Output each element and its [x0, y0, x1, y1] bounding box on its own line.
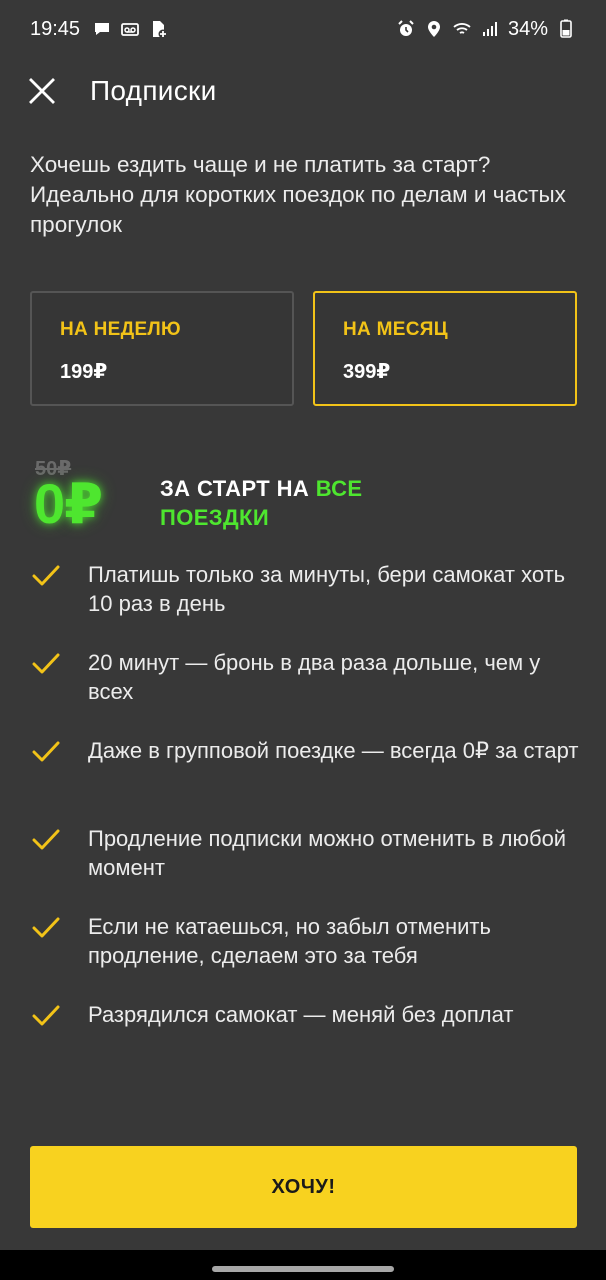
battery-percent: 34% [507, 17, 548, 40]
navigation-bar [0, 1250, 606, 1280]
check-icon [30, 648, 62, 680]
feature-text: 20 минут — бронь в два раза дольше, чем … [88, 650, 541, 704]
wifi-icon [452, 19, 472, 39]
list-item: Продление подписки можно отменить в любо… [30, 824, 590, 912]
plan-selector: НА НЕДЕЛЮ 199₽ НА МЕСЯЦ 399₽ [30, 291, 577, 406]
feature-text: Даже в групповой поездке — всегда 0₽ за … [88, 738, 579, 763]
close-button[interactable] [28, 77, 56, 105]
signal-icon [480, 19, 500, 39]
message-icon [92, 19, 112, 39]
plan-name: НА НЕДЕЛЮ [60, 319, 181, 340]
subscribe-button[interactable]: ХОЧУ! [30, 1146, 577, 1228]
intro-text: Хочешь ездить чаще и не платить за старт… [30, 152, 566, 237]
feature-text: Если не катаешься, но забыл отменить про… [88, 914, 491, 968]
status-bar-left: 19:45 [30, 18, 168, 41]
check-icon [30, 1000, 62, 1032]
app-header: Подписки [0, 60, 606, 122]
sim-add-icon [148, 19, 168, 39]
plan-card-month[interactable]: НА МЕСЯЦ 399₽ [313, 291, 577, 406]
promo-text: ЗА СТАРТ НА ВСЕ ПОЕЗДКИ [160, 474, 420, 532]
status-time: 19:45 [30, 17, 81, 40]
list-item: Разрядился самокат — меняй без доплат [30, 1000, 590, 1088]
plan-card-week[interactable]: НА НЕДЕЛЮ 199₽ [30, 291, 294, 406]
promo-banner: 50₽ 0₽ ЗА СТАРТ НА ВСЕ ПОЕЗДКИ [30, 452, 590, 542]
plan-name: НА МЕСЯЦ [343, 319, 448, 340]
voicemail-icon [120, 19, 140, 39]
page-title: Подписки [90, 75, 217, 106]
plan-price: 199₽ [60, 361, 108, 383]
battery-icon [556, 19, 576, 39]
plan-price: 399₽ [343, 361, 391, 383]
list-item: Если не катаешься, но забыл отменить про… [30, 912, 590, 1000]
feature-text: Продление подписки можно отменить в любо… [88, 826, 567, 880]
promo-text-white: ЗА СТАРТ НА [160, 476, 316, 501]
status-bar: 19:45 34% [0, 0, 606, 58]
start-price: 0₽ [34, 472, 103, 535]
feature-list: Платишь только за минуты, бери самокат х… [30, 560, 590, 1088]
check-icon [30, 824, 62, 856]
check-icon [30, 912, 62, 944]
list-item: Платишь только за минуты, бери самокат х… [30, 560, 590, 648]
location-icon [424, 19, 444, 39]
list-item: Даже в групповой поездке — всегда 0₽ за … [30, 736, 590, 824]
check-icon [30, 736, 62, 768]
home-gesture-handle[interactable] [212, 1266, 394, 1272]
status-bar-right: 34% [396, 18, 576, 41]
alarm-icon [396, 19, 416, 39]
close-icon [29, 78, 55, 104]
check-icon [30, 560, 62, 592]
feature-text: Платишь только за минуты, бери самокат х… [88, 562, 566, 616]
feature-text: Разрядился самокат — меняй без доплат [88, 1002, 514, 1027]
list-item: 20 минут — бронь в два раза дольше, чем … [30, 648, 590, 736]
